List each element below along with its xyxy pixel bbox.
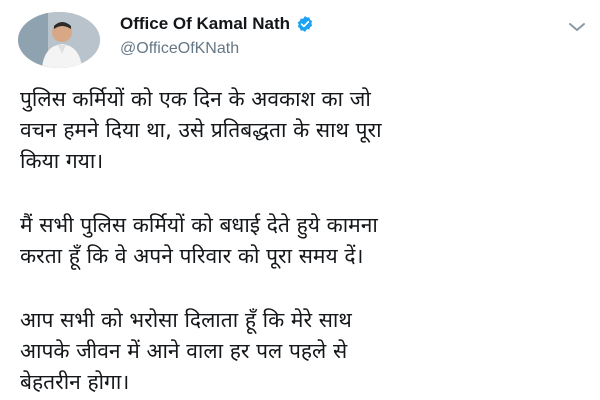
name-row: Office Of Kamal Nath xyxy=(120,14,314,34)
avatar[interactable] xyxy=(18,12,100,68)
chevron-down-icon[interactable] xyxy=(568,18,586,31)
author-display-name[interactable]: Office Of Kamal Nath xyxy=(120,14,290,34)
tweet-paragraph: पुलिस कर्मियों को एक दिन के अवकाश का जो … xyxy=(20,87,382,173)
author-info: Office Of Kamal Nath @OfficeOfKNath xyxy=(120,14,314,58)
avatar-image xyxy=(18,12,100,68)
tweet-text: पुलिस कर्मियों को एक दिन के अवकाश का जो … xyxy=(20,84,590,398)
author-handle[interactable]: @OfficeOfKNath xyxy=(120,40,314,58)
tweet-card: Office Of Kamal Nath @OfficeOfKNath पुलि… xyxy=(0,0,600,400)
verified-check-icon xyxy=(296,15,314,33)
tweet-paragraph: मैं सभी पुलिस कर्मियों को बधाई देते हुये… xyxy=(20,213,378,268)
tweet-paragraph: आप सभी को भरोसा दिलाता हूँ कि मेरे साथ आ… xyxy=(20,308,352,394)
